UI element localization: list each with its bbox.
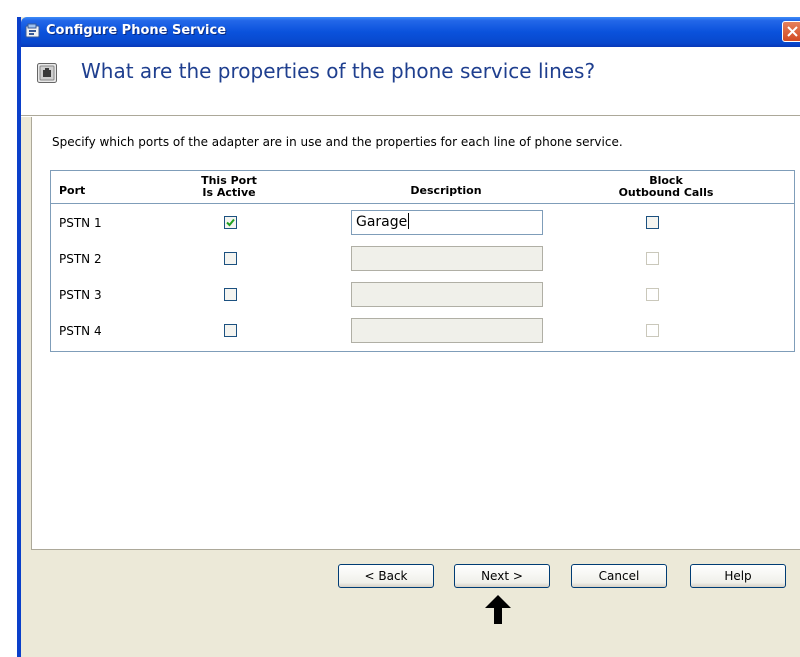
cancel-button[interactable]: Cancel [571,564,667,588]
block-outbound-checkbox [646,252,659,265]
port-name: PSTN 3 [59,288,102,302]
table-header: Port This Port Is Active Description Blo… [51,171,794,204]
port-active-checkbox[interactable] [224,216,237,229]
description-input[interactable]: Garage [351,210,543,235]
description-input [351,318,543,343]
phone-service-icon [25,23,40,38]
port-name: PSTN 1 [59,216,102,230]
page-title: What are the properties of the phone ser… [81,59,596,83]
block-outbound-checkbox [646,324,659,337]
title-bar[interactable]: Configure Phone Service [21,17,800,47]
description-input [351,246,543,271]
column-header-port: Port [59,184,86,197]
port-active-checkbox[interactable] [224,324,237,337]
window-title: Configure Phone Service [46,23,227,38]
table-row: PSTN 3 [51,276,794,312]
close-button[interactable] [782,21,800,42]
next-button[interactable]: Next > [454,564,550,588]
help-button[interactable]: Help [690,564,786,588]
content-panel: Specify which ports of the adapter are i… [31,117,800,550]
pointer-arrow-icon [485,595,511,624]
block-outbound-checkbox [646,288,659,301]
back-button[interactable]: < Back [338,564,434,588]
table-row: PSTN 1 Garage [51,204,794,240]
port-name: PSTN 4 [59,324,102,338]
port-active-checkbox[interactable] [224,252,237,265]
table-row: PSTN 4 [51,312,794,348]
column-header-description: Description [410,184,482,197]
phone-adapter-icon [37,63,57,83]
ports-table: Port This Port Is Active Description Blo… [50,170,795,352]
wizard-header: What are the properties of the phone ser… [21,47,800,115]
configure-phone-service-dialog: Configure Phone Service What are the pro… [17,17,800,657]
checkmark-icon [226,218,235,227]
table-row: PSTN 2 [51,240,794,276]
text-caret [408,213,410,229]
port-name: PSTN 2 [59,252,102,266]
instruction-text: Specify which ports of the adapter are i… [52,135,623,149]
description-input [351,282,543,307]
port-active-checkbox[interactable] [224,288,237,301]
column-header-block-outbound: Block Outbound Calls [618,174,714,199]
close-icon [787,26,798,37]
block-outbound-checkbox[interactable] [646,216,659,229]
column-header-active: This Port Is Active [201,174,257,199]
